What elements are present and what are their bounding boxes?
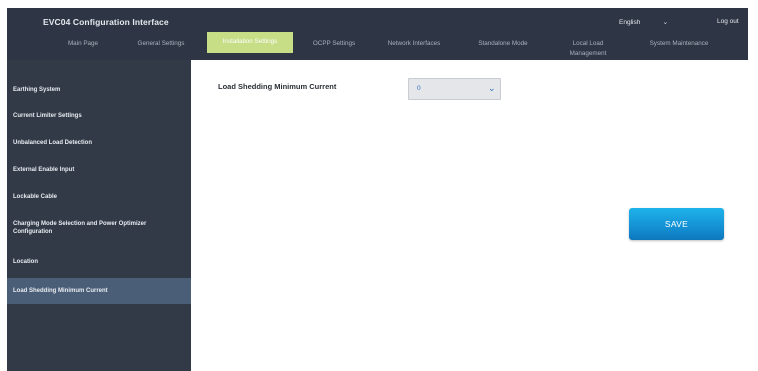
load-shedding-select[interactable]: 0 ⌄	[408, 78, 501, 100]
nav-system-maintenance[interactable]: System Maintenance	[631, 32, 727, 60]
sidebar-item-earthing-system[interactable]: Earthing System	[7, 82, 191, 98]
logout-link[interactable]: Log out	[717, 18, 739, 25]
language-value: English	[619, 18, 641, 26]
nav-network-interfaces[interactable]: Network Interfaces	[373, 32, 455, 60]
header: EVC04 Configuration Interface English ⌄ …	[7, 8, 748, 60]
language-selector[interactable]: English ⌄	[619, 18, 669, 27]
sidebar: Earthing System Current Limiter Settings…	[7, 60, 191, 371]
sidebar-item-charging-mode[interactable]: Charging Mode Selection and Power Optimi…	[7, 217, 191, 239]
nav-standalone-mode[interactable]: Standalone Mode	[463, 32, 543, 60]
nav-local-load-management[interactable]: Local Load Management	[559, 32, 617, 60]
chevron-down-icon: ⌄	[662, 19, 669, 26]
nav-ocpp-settings[interactable]: OCPP Settings	[303, 32, 365, 60]
nav-general-settings[interactable]: General Settings	[125, 32, 197, 60]
chevron-down-icon: ⌄	[488, 83, 496, 93]
app-title: EVC04 Configuration Interface	[43, 17, 169, 27]
top-nav: Main Page General Settings Installation …	[7, 32, 748, 60]
load-shedding-label: Load Shedding Minimum Current	[218, 82, 337, 91]
sidebar-item-lockable-cable[interactable]: Lockable Cable	[7, 189, 191, 205]
sidebar-item-unbalanced-load[interactable]: Unbalanced Load Detection	[7, 135, 191, 151]
save-button[interactable]: SAVE	[629, 208, 724, 240]
sidebar-item-external-enable[interactable]: External Enable Input	[7, 162, 191, 178]
config-window: EVC04 Configuration Interface English ⌄ …	[7, 8, 748, 371]
nav-main-page[interactable]: Main Page	[47, 32, 119, 60]
sidebar-item-current-limiter[interactable]: Current Limiter Settings	[7, 108, 191, 124]
page: EVC04 Configuration Interface English ⌄ …	[0, 0, 758, 371]
sidebar-item-location[interactable]: Location	[7, 254, 191, 270]
sidebar-item-load-shedding[interactable]: Load Shedding Minimum Current	[7, 278, 191, 304]
nav-installation-settings[interactable]: Installation Settings	[207, 32, 293, 53]
select-value: 0	[417, 85, 421, 92]
